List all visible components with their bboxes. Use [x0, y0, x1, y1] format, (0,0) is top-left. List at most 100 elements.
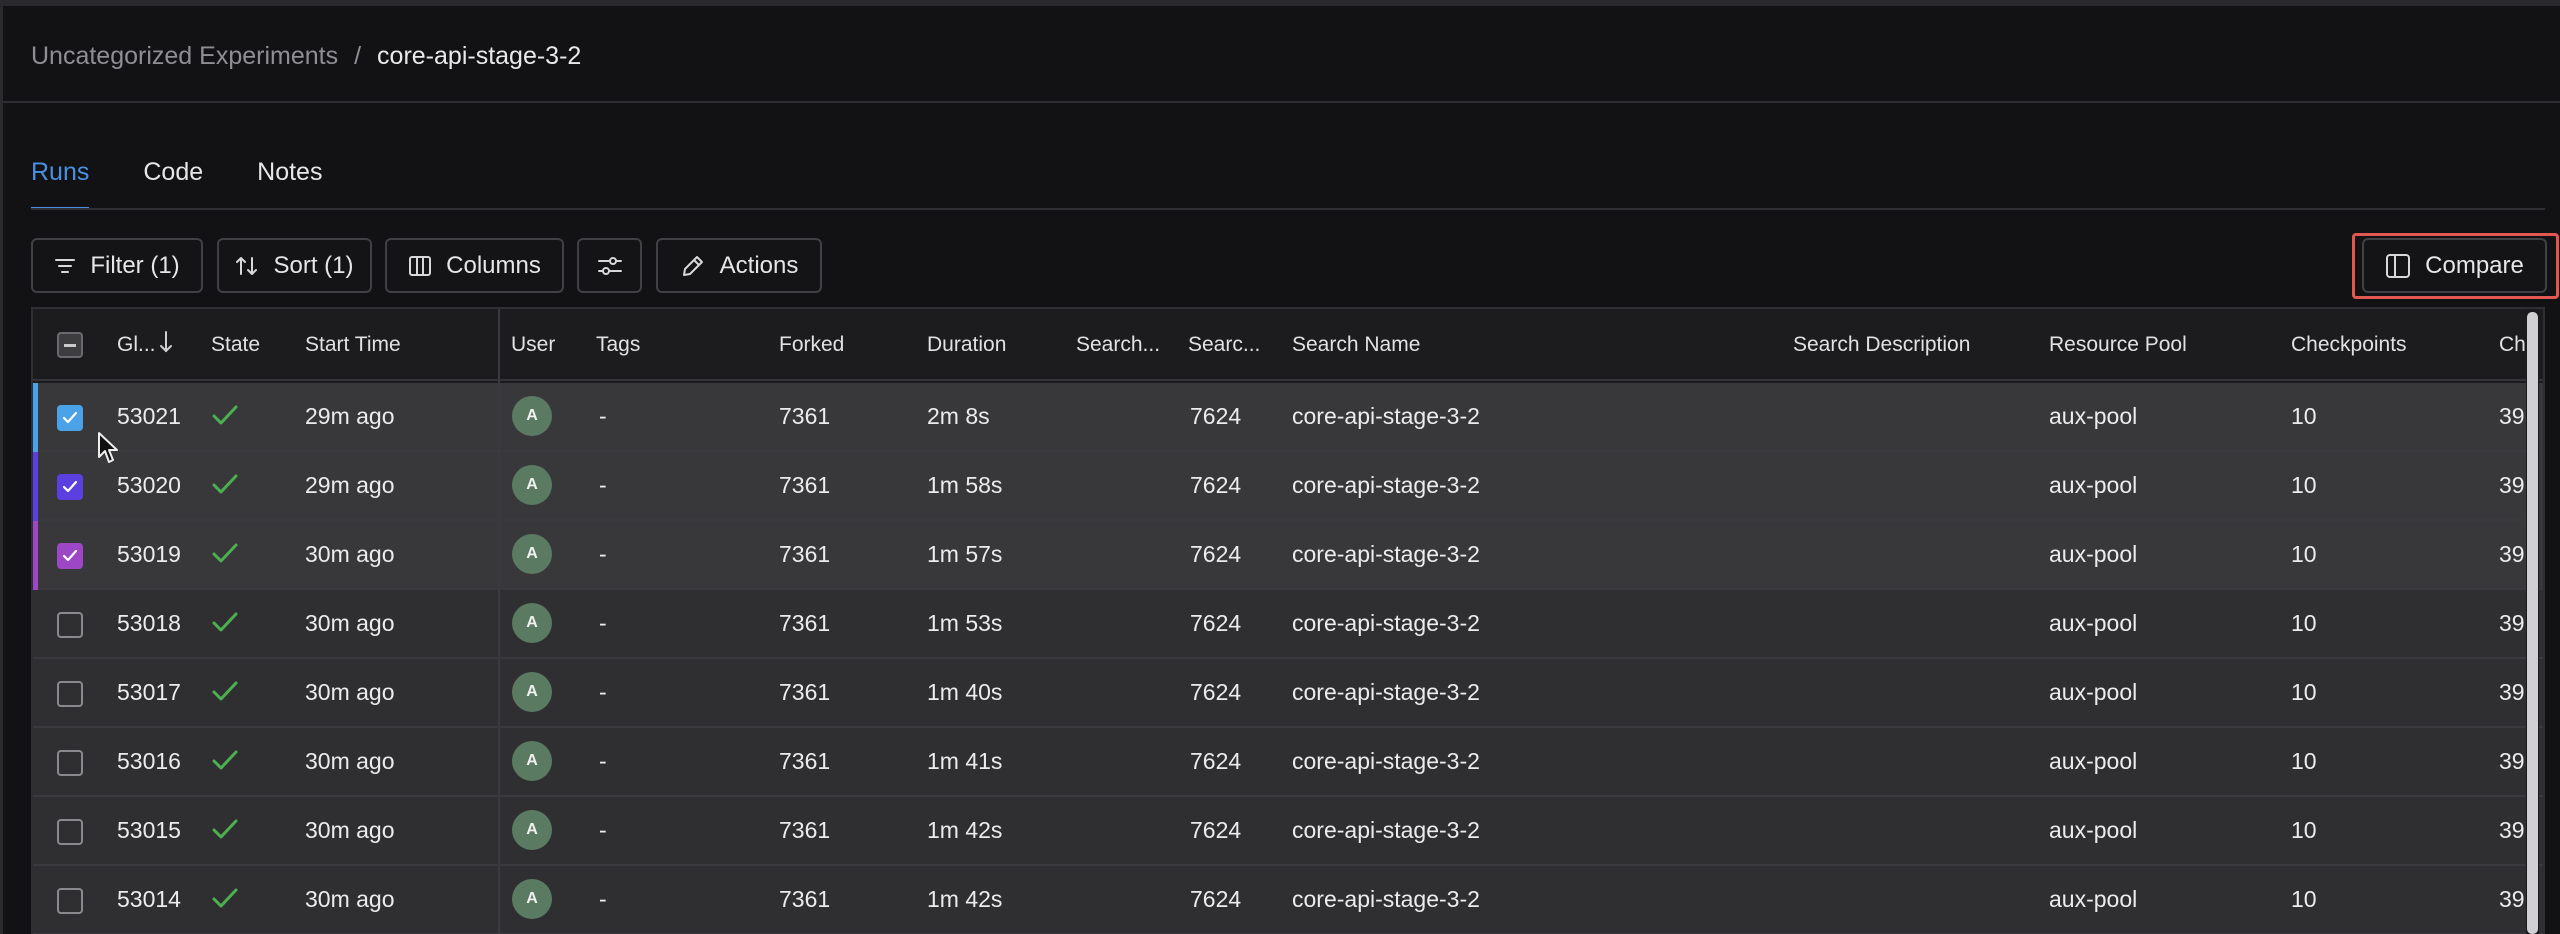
filter-button-label: Filter (1): [90, 251, 180, 279]
cell-tags: -: [599, 541, 607, 567]
check-icon: [211, 403, 239, 432]
row-checkbox[interactable]: [57, 681, 83, 707]
avatar[interactable]: A: [512, 879, 552, 919]
tab-code[interactable]: Code: [143, 150, 203, 210]
tab-notes[interactable]: Notes: [257, 150, 322, 210]
table-row[interactable]: A 53020 29m ago - 7361 1m 58s 7624 core-api-sta…: [33, 452, 2543, 521]
cell-duration: 2m 8s: [927, 403, 990, 429]
cell-resource-pool: aux-pool: [2049, 748, 2138, 774]
cell-resource-pool: aux-pool: [2049, 610, 2138, 636]
cell-truncated: 39: [2499, 541, 2525, 567]
pencil-icon: [682, 255, 703, 276]
table-options-button[interactable]: [577, 238, 642, 293]
cell-truncated: 39: [2499, 748, 2525, 774]
filter-button[interactable]: Filter (1): [31, 238, 203, 293]
pinned-columns-divider: [498, 309, 500, 934]
column-header-tags[interactable]: Tags: [596, 309, 640, 381]
avatar[interactable]: A: [512, 672, 552, 712]
cell-global-id: 53018: [117, 610, 181, 636]
column-header-checkpoints[interactable]: Checkpoints: [2291, 309, 2407, 381]
cell-global-id: 53020: [117, 472, 181, 498]
cell-duration: 1m 41s: [927, 748, 1003, 774]
cell-tags: -: [599, 403, 607, 429]
table-row[interactable]: A 53016 30m ago - 7361 1m 41s 7624 core-api-sta…: [33, 728, 2543, 797]
avatar[interactable]: A: [512, 396, 552, 436]
checkmark-icon: [62, 480, 78, 493]
column-header-search-description[interactable]: Search Description: [1793, 309, 1970, 381]
vertical-scrollbar-thumb[interactable]: [2527, 312, 2538, 934]
cell-duration: 1m 53s: [927, 610, 1003, 636]
column-header-forked[interactable]: Forked: [779, 309, 844, 381]
cell-search-id: 7624: [1190, 541, 1242, 567]
cell-forked: 7361: [779, 610, 831, 636]
cell-checkpoints: 10: [2291, 817, 2317, 843]
cell-search-id: 7624: [1190, 886, 1242, 912]
cell-search-name: core-api-stage-3-2: [1292, 886, 1480, 912]
cell-search-name: core-api-stage-3-2: [1292, 748, 1480, 774]
cell-search-name: core-api-stage-3-2: [1292, 817, 1480, 843]
cell-truncated: 39: [2499, 886, 2525, 912]
tab-runs[interactable]: Runs: [31, 150, 90, 210]
column-header-search-trunc-2[interactable]: Searc...: [1188, 309, 1260, 381]
cell-duration: 1m 42s: [927, 817, 1003, 843]
column-header-state[interactable]: State: [211, 309, 260, 381]
row-checkbox[interactable]: [57, 543, 83, 569]
cell-search-name: core-api-stage-3-2: [1292, 679, 1480, 705]
table-row[interactable]: A 53015 30m ago - 7361 1m 42s 7624 core-api-sta…: [33, 797, 2543, 866]
cell-tags: -: [599, 679, 607, 705]
cell-start-time: 30m ago: [305, 610, 395, 636]
cell-search-id: 7624: [1190, 472, 1242, 498]
sort-button[interactable]: Sort (1): [217, 238, 372, 293]
row-checkbox[interactable]: [57, 888, 83, 914]
cell-tags: -: [599, 472, 607, 498]
sliders-icon: [597, 256, 622, 275]
experiment-tabs: Runs Code Notes: [31, 150, 376, 210]
column-header-duration[interactable]: Duration: [927, 309, 1006, 381]
cell-tags: -: [599, 886, 607, 912]
actions-button[interactable]: Actions: [656, 238, 822, 293]
table-row[interactable]: A 53014 30m ago - 7361 1m 42s 7624 core-api-sta…: [33, 866, 2543, 934]
column-header-search-trunc-1[interactable]: Search...: [1076, 309, 1160, 381]
cell-resource-pool: aux-pool: [2049, 886, 2138, 912]
table-row[interactable]: A 53018 30m ago - 7361 1m 53s 7624 core-api-sta…: [33, 590, 2543, 659]
row-checkbox[interactable]: [57, 819, 83, 845]
column-header-search-name[interactable]: Search Name: [1292, 309, 1420, 381]
actions-button-label: Actions: [719, 251, 799, 279]
table-row[interactable]: A 53019 30m ago - 7361 1m 57s 7624 core-api-sta…: [33, 521, 2543, 590]
avatar[interactable]: A: [512, 741, 552, 781]
row-checkbox[interactable]: [57, 405, 83, 431]
cell-start-time: 29m ago: [305, 403, 395, 429]
column-header-user[interactable]: User: [511, 309, 555, 381]
check-icon: [211, 679, 239, 708]
column-header-resource-pool[interactable]: Resource Pool: [2049, 309, 2187, 381]
check-icon: [211, 817, 239, 846]
select-all-checkbox[interactable]: [57, 332, 83, 358]
cell-search-id: 7624: [1190, 403, 1242, 429]
row-checkbox[interactable]: [57, 612, 83, 638]
check-icon: [211, 541, 239, 570]
window-top-strip: [0, 0, 2560, 6]
column-header-start-time[interactable]: Start Time: [305, 309, 401, 381]
filter-icon: [55, 258, 76, 273]
breadcrumb-parent-link[interactable]: Uncategorized Experiments: [31, 42, 338, 71]
avatar[interactable]: A: [512, 534, 552, 574]
cell-forked: 7361: [779, 403, 831, 429]
row-checkbox[interactable]: [57, 474, 83, 500]
row-checkbox[interactable]: [57, 750, 83, 776]
cell-start-time: 30m ago: [305, 541, 395, 567]
cell-checkpoints: 10: [2291, 472, 2317, 498]
avatar[interactable]: A: [512, 603, 552, 643]
cell-resource-pool: aux-pool: [2049, 403, 2138, 429]
cell-checkpoints: 10: [2291, 541, 2317, 567]
cell-search-name: core-api-stage-3-2: [1292, 610, 1480, 636]
columns-icon: [409, 255, 432, 276]
avatar[interactable]: A: [512, 465, 552, 505]
table-row[interactable]: A 53021 29m ago - 7361 2m 8s 7624 core-api-stag…: [33, 383, 2543, 452]
table-row[interactable]: A 53017 30m ago - 7361 1m 40s 7624 core-api-sta…: [33, 659, 2543, 728]
row-color-accent: [33, 383, 38, 452]
cell-search-name: core-api-stage-3-2: [1292, 541, 1480, 567]
row-color-accent: [33, 452, 38, 521]
avatar[interactable]: A: [512, 810, 552, 850]
columns-button[interactable]: Columns: [385, 238, 564, 293]
compare-button[interactable]: Compare: [2362, 238, 2547, 293]
